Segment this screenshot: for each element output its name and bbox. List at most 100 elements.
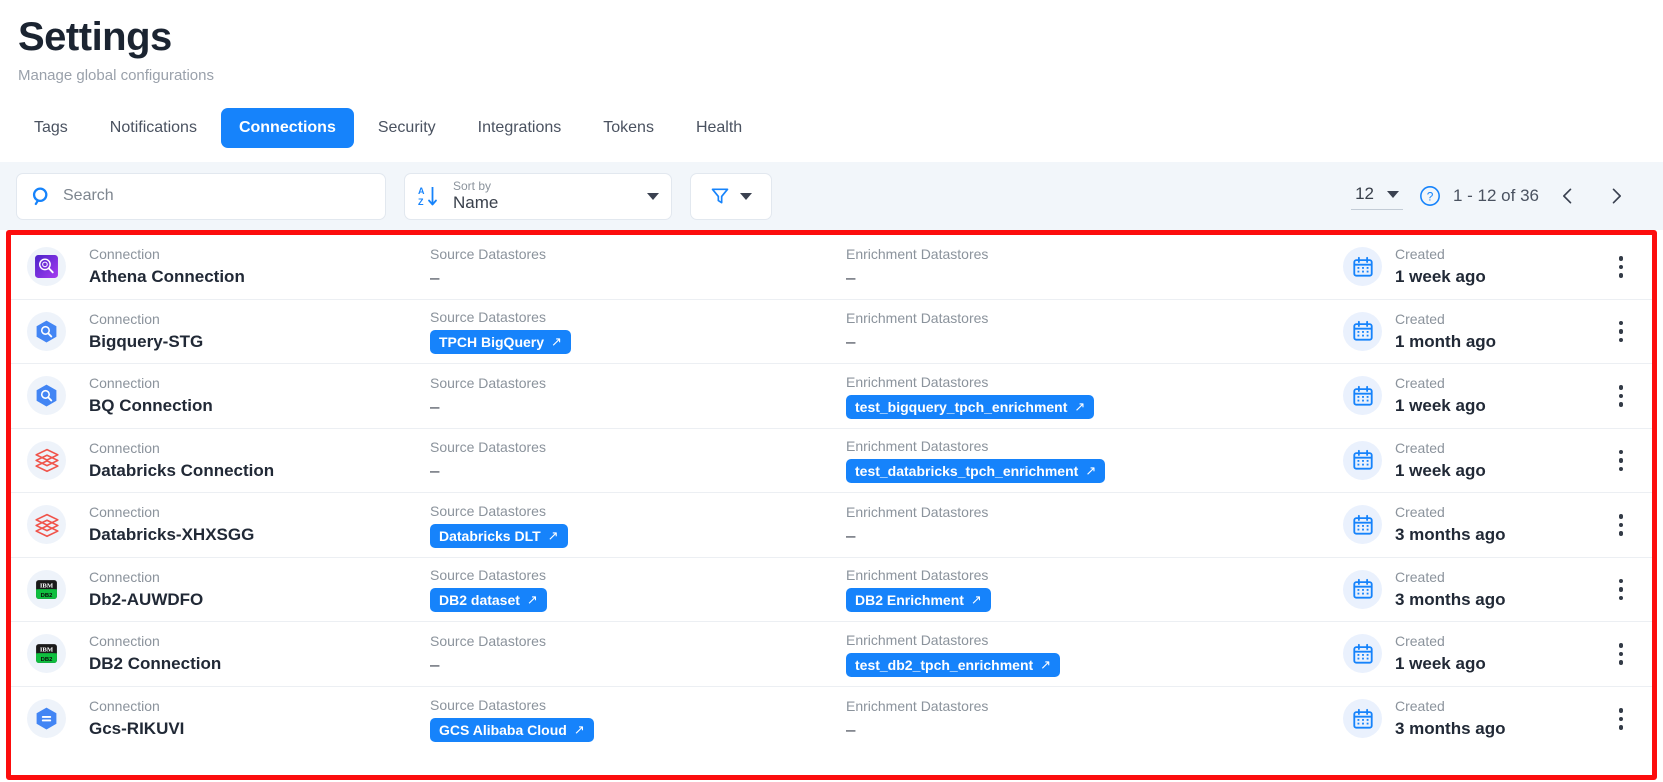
connection-type-avatar [27,699,66,739]
svg-text:IBM: IBM [40,647,54,654]
enrichment-datastore-chip[interactable]: DB2 Enrichment ↗ [846,588,991,613]
connection-type-label: Connection [89,504,160,521]
source-datastores-label: Source Datastores [430,632,546,649]
table-row[interactable]: Connection Bigquery-STG Source Datastores T… [11,300,1652,364]
created-text: Created 1 week ago [1395,374,1486,417]
tab-integrations[interactable]: Integrations [460,108,580,148]
search-box[interactable] [16,172,386,220]
tab-health[interactable]: Health [678,108,760,148]
calendar-icon [1352,321,1373,341]
tab-connections[interactable]: Connections [220,108,354,148]
more-options-icon[interactable] [1608,574,1634,604]
ibm-db2-icon: IBM DB2 [36,644,57,664]
table-row[interactable]: Connection Athena Connection Source Datast… [11,235,1652,300]
bigquery-icon [36,384,57,407]
row-actions[interactable] [1598,704,1644,734]
row-actions[interactable] [1598,639,1644,669]
source-datastore-chip[interactable]: Databricks DLT ↗ [430,523,568,548]
source-datastores-cell: Source Datastores – [430,245,846,289]
more-options-icon[interactable] [1608,316,1634,346]
settings-page: Settings Manage global configurations Ta… [0,0,1663,782]
enrichment-datastore-chip[interactable]: test_databricks_tpch_enrichment ↗ [846,459,1106,484]
page-header: Settings Manage global configurations [0,0,1663,86]
source-datastore-chip-label: TPCH BigQuery [439,334,545,351]
source-datastore-chip[interactable]: GCS Alibaba Cloud ↗ [430,717,594,742]
svg-text:?: ? [1427,190,1434,204]
source-datastores-label: Source Datastores [430,439,546,456]
row-actions[interactable] [1598,252,1644,282]
connection-type-avatar [27,440,66,480]
sort-by-dropdown[interactable]: A Z Sort by Name [404,172,672,220]
created-text: Created 1 week ago [1395,439,1486,482]
calendar-badge [1343,505,1382,545]
table-row[interactable]: IBM DB2 Connection DB2 Connection Source D… [11,622,1652,687]
row-actions[interactable] [1598,574,1644,604]
more-options-icon[interactable] [1608,381,1634,411]
connection-name-cell: Connection DB2 Connection [66,632,430,675]
connection-name-cell: Connection BQ Connection [66,374,430,417]
more-options-icon[interactable] [1608,704,1634,734]
next-page-button[interactable] [1599,179,1633,213]
enrichment-datastore-chip-label: test_databricks_tpch_enrichment [855,463,1079,480]
svg-text:DB2: DB2 [41,657,53,663]
created-cell: Created 1 week ago [1343,632,1598,675]
row-actions[interactable] [1598,381,1644,411]
page-range-label: 1 - 12 of 36 [1452,186,1539,205]
tab-notifications[interactable]: Notifications [92,108,215,148]
created-cell: Created 1 week ago [1343,439,1598,482]
databricks-icon [34,449,59,473]
search-input[interactable] [63,187,371,205]
calendar-badge [1343,569,1382,609]
athena-icon [35,255,58,279]
connection-name-cell: Connection Databricks Connection [66,439,430,482]
created-text: Created 3 months ago [1395,503,1506,546]
calendar-icon [1352,579,1373,599]
row-actions[interactable] [1598,316,1644,346]
enrichment-datastore-chip[interactable]: test_bigquery_tpch_enrichment ↗ [846,394,1095,419]
more-options-icon[interactable] [1608,252,1634,282]
calendar-icon [1352,450,1373,470]
enrichment-datastore-chip[interactable]: test_db2_tpch_enrichment ↗ [846,652,1061,677]
created-cell: Created 3 months ago [1343,697,1598,740]
filter-dropdown[interactable] [690,172,772,220]
table-row[interactable]: Connection Databricks Connection Source Da… [11,429,1652,493]
row-actions[interactable] [1598,510,1644,540]
more-options-icon[interactable] [1608,445,1634,475]
empty-value: – [846,525,856,545]
databricks-icon [34,513,59,537]
page-size-dropdown[interactable]: 12 [1351,182,1403,210]
created-text: Created 1 week ago [1395,632,1486,675]
table-row[interactable]: Connection BQ Connection Source Datastores… [11,364,1652,429]
more-options-icon[interactable] [1608,510,1634,540]
created-label: Created [1395,246,1445,263]
source-datastore-chip[interactable]: DB2 dataset ↗ [430,588,547,613]
help-icon[interactable]: ? [1419,185,1441,207]
tab-tags[interactable]: Tags [16,108,86,148]
enrichment-datastores-cell: Enrichment Datastores test_databricks_tpc… [846,437,1343,484]
tab-tokens[interactable]: Tokens [585,108,672,148]
source-datastore-chip[interactable]: TPCH BigQuery ↗ [430,330,571,355]
table-row[interactable]: IBM DB2 Connection Db2-AUWDFO Source Datas… [11,558,1652,622]
table-toolbar: A Z Sort by Name 12 ? [0,162,1663,230]
more-options-icon[interactable] [1608,639,1634,669]
empty-value: – [846,267,856,287]
enrichment-datastores-cell: Enrichment Datastores test_bigquery_tpch_… [846,373,1343,419]
empty-value: – [846,332,856,352]
table-row[interactable]: Connection Databricks-XHXSGG Source Datast… [11,493,1652,558]
table-row[interactable]: Connection Gcs-RIKUVI Source Datastores GCS… [11,687,1652,752]
tab-security[interactable]: Security [360,108,454,148]
gcs-icon [36,707,57,730]
created-label: Created [1395,375,1445,392]
created-value: 1 week ago [1395,460,1486,480]
source-datastores-cell: Source Datastores TPCH BigQuery ↗ [430,308,846,355]
previous-page-button[interactable] [1551,179,1585,213]
calendar-badge [1343,634,1382,674]
created-value: 3 months ago [1395,525,1506,545]
empty-value: – [430,461,440,481]
enrichment-datastores-label: Enrichment Datastores [846,503,989,520]
sort-by-value: Name [453,192,499,212]
connection-type-label: Connection [89,375,160,392]
connection-type-avatar [27,311,66,351]
enrichment-datastores-cell: Enrichment Datastores – [846,697,1343,741]
row-actions[interactable] [1598,445,1644,475]
